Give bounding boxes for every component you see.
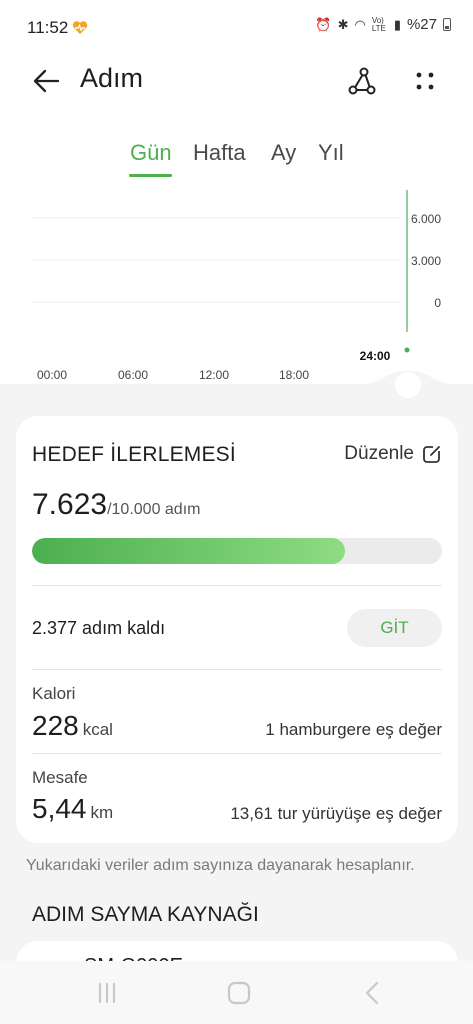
distance-value: 5,44 km bbox=[32, 793, 113, 825]
tab-day[interactable]: Gün bbox=[130, 140, 172, 166]
active-tab-indicator bbox=[129, 174, 172, 177]
steps-goal: /10.000 adım bbox=[107, 501, 201, 518]
period-tabs: Gün Hafta Ay Yıl bbox=[0, 140, 473, 180]
selected-time-dot bbox=[404, 347, 410, 353]
calories-unit: kcal bbox=[82, 720, 113, 739]
tab-year[interactable]: Yıl bbox=[318, 140, 344, 166]
status-icons: ⏰ ✱ ◠ Vo) LTE ▮ %27 bbox=[315, 16, 451, 33]
distance-label: Mesafe bbox=[32, 768, 88, 787]
recent-apps-icon[interactable] bbox=[92, 979, 122, 1007]
signal-icon: ▮ bbox=[393, 16, 401, 32]
bluetooth-icon: ✱ bbox=[337, 16, 349, 32]
back-nav-icon[interactable] bbox=[358, 979, 388, 1007]
back-arrow-icon[interactable] bbox=[30, 64, 64, 98]
calories-label: Kalori bbox=[32, 684, 76, 703]
distance-unit: km bbox=[90, 803, 114, 822]
distance-equivalent: 13,61 tur yürüyüşe eş değer bbox=[230, 804, 442, 823]
edit-goal-button[interactable]: Düzenle bbox=[344, 443, 442, 465]
divider bbox=[32, 669, 442, 670]
edit-goal-label: Düzenle bbox=[344, 443, 414, 464]
goal-card-title: HEDEF İLERLEMESİ bbox=[32, 443, 236, 466]
home-icon[interactable] bbox=[224, 979, 254, 1007]
go-button[interactable]: GİT bbox=[347, 609, 442, 647]
y-tick-label: 3.000 bbox=[411, 254, 441, 268]
calories-number: 228 bbox=[32, 710, 79, 741]
status-bar: 11:52 ⏰ ✱ ◠ Vo) LTE ▮ %27 bbox=[0, 0, 473, 56]
health-heart-icon bbox=[72, 21, 88, 34]
status-time: 11:52 bbox=[27, 18, 69, 37]
y-tick-label: 6.000 bbox=[411, 212, 441, 226]
steps-count: 7.623/10.000 adım bbox=[32, 488, 200, 522]
divider bbox=[32, 753, 442, 754]
steps-value: 7.623 bbox=[32, 488, 108, 521]
y-tick-label: 0 bbox=[434, 296, 441, 310]
data-note: Yukarıdaki veriler adım sayınıza dayanar… bbox=[26, 857, 415, 874]
goal-progress-bar bbox=[32, 538, 442, 564]
volte-lte-icon: Vo) LTE bbox=[371, 15, 386, 33]
steps-remaining: 2.377 adım kaldı bbox=[32, 618, 166, 638]
page-title: Adım bbox=[80, 63, 144, 93]
goal-progress-fill bbox=[32, 538, 345, 564]
chart-slider-handle[interactable] bbox=[0, 355, 473, 405]
edit-icon bbox=[423, 445, 441, 463]
distance-number: 5,44 bbox=[32, 793, 87, 824]
more-options-icon[interactable] bbox=[407, 63, 443, 99]
app-bar: Adım bbox=[0, 56, 473, 106]
goal-progress-card: HEDEF İLERLEMESİ Düzenle 7.623/10.000 ad… bbox=[16, 416, 458, 843]
tab-week[interactable]: Hafta bbox=[193, 140, 246, 166]
battery-icon bbox=[443, 18, 451, 31]
calories-equivalent: 1 hamburgere eş değer bbox=[265, 720, 442, 739]
source-section-title: ADIM SAYMA KAYNAĞI bbox=[32, 903, 259, 926]
route-share-icon[interactable] bbox=[344, 63, 380, 99]
calories-value: 228 kcal bbox=[32, 710, 113, 742]
alarm-icon: ⏰ bbox=[315, 16, 332, 32]
divider bbox=[32, 585, 442, 586]
battery-percent: %27 bbox=[406, 16, 437, 33]
system-navigation-bar bbox=[0, 961, 473, 1024]
tab-month[interactable]: Ay bbox=[271, 140, 296, 166]
wifi-icon: ◠ bbox=[354, 16, 366, 32]
